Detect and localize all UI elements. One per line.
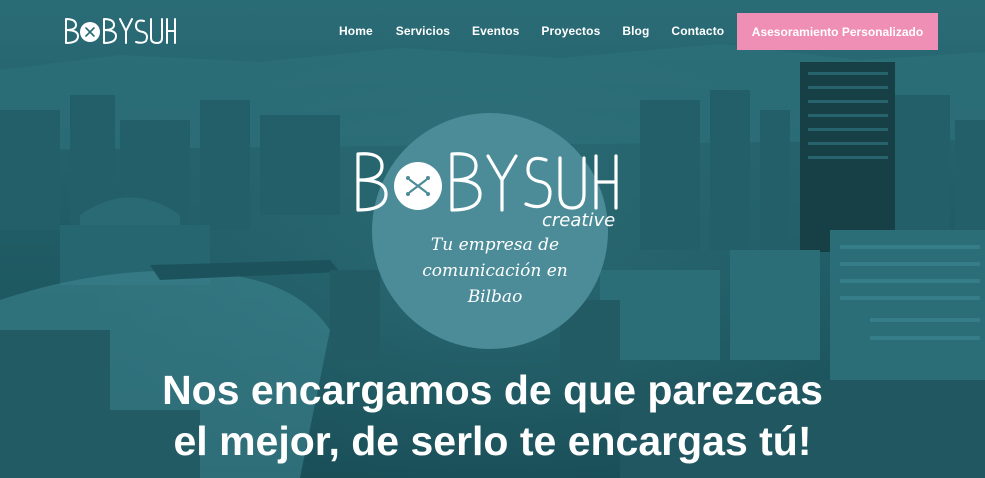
tagline-line-3: Bilbao <box>467 287 523 307</box>
tagline-line-1: Tu empresa de <box>430 235 560 255</box>
brand-logo-small[interactable] <box>64 16 176 46</box>
tagline-line-2: comunicación en <box>422 261 568 281</box>
site-header: Home Servicios Eventos Proyectos Blog Co… <box>0 0 985 62</box>
nav-eventos[interactable]: Eventos <box>472 24 519 38</box>
nav-contacto[interactable]: Contacto <box>671 24 724 38</box>
brand-sub: creative <box>542 210 615 228</box>
hero-headline: Nos encargamos de que parezcas el mejor,… <box>0 365 985 467</box>
asesoramiento-button[interactable]: Asesoramiento Personalizado <box>737 13 938 50</box>
nav-home[interactable]: Home <box>339 24 373 38</box>
main-nav: Home Servicios Eventos Proyectos Blog Co… <box>339 24 724 38</box>
nav-blog[interactable]: Blog <box>622 24 649 38</box>
brand-logo-large: creative <box>356 152 618 228</box>
headline-line-2: el mejor, de serlo te encargas tú! <box>173 418 812 464</box>
headline-line-1: Nos encargamos de que parezcas <box>162 367 823 413</box>
nav-servicios[interactable]: Servicios <box>396 24 450 38</box>
tagline: Tu empresa de comunicación en Bilbao <box>410 232 580 310</box>
nav-proyectos[interactable]: Proyectos <box>541 24 600 38</box>
